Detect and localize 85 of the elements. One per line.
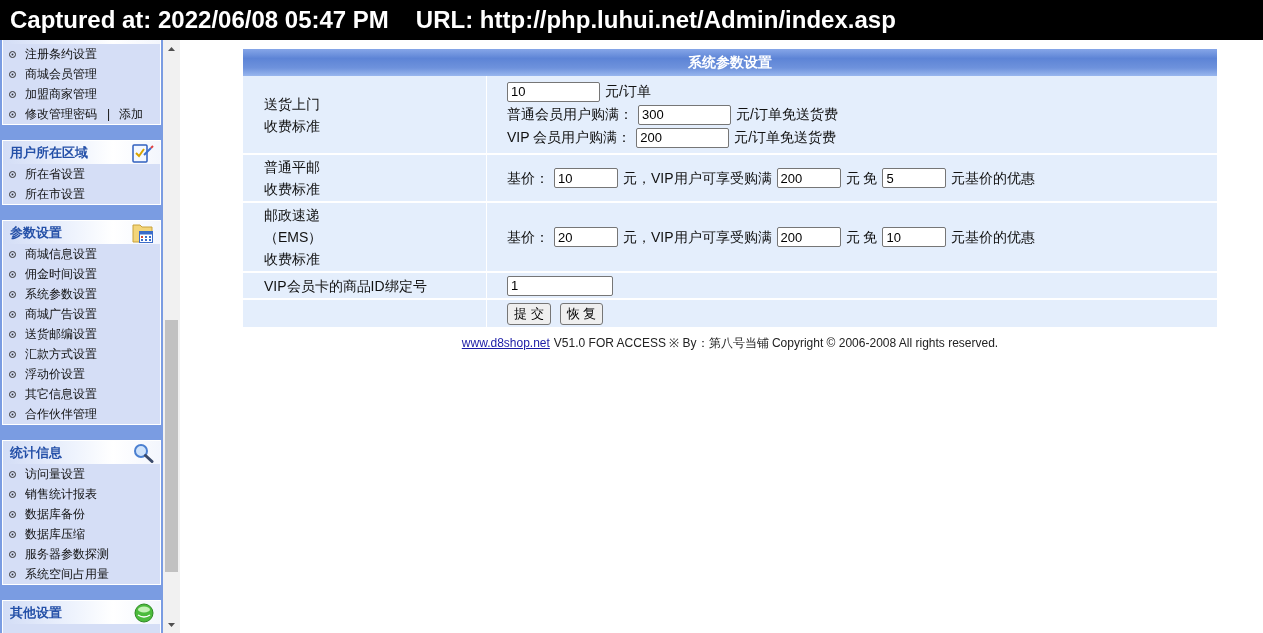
bullet-icon: [9, 90, 16, 98]
bullet-icon: [9, 110, 16, 118]
form-text: 元 免: [845, 168, 878, 188]
sidebar-link[interactable]: 佣金时间设置: [25, 265, 97, 283]
row-label: 送货上门 收费标准: [264, 94, 320, 136]
form-text: 元/订单免送货费: [734, 128, 837, 147]
input-field[interactable]: 200: [776, 227, 841, 247]
form-text: 元/订单: [605, 82, 651, 101]
form-text: 元基价的优惠: [951, 227, 1036, 247]
separator-text: |: [107, 106, 111, 123]
bullet-icon: [9, 390, 16, 398]
bullet-icon: [9, 490, 16, 498]
form-text: 元 免: [845, 227, 878, 247]
scroll-down-icon[interactable]: [168, 622, 175, 627]
panel-title: 参数设置: [10, 223, 62, 242]
bullet-icon: [9, 50, 16, 58]
sidebar-link[interactable]: 加盟商家管理: [25, 85, 97, 103]
bullet-icon: [9, 570, 16, 578]
bullet-icon: [9, 70, 16, 78]
sidebar-link[interactable]: 所在市设置: [25, 185, 85, 203]
input-field[interactable]: 200: [776, 168, 841, 188]
sidebar-link[interactable]: 数据库备份: [25, 505, 85, 523]
sidebar-link[interactable]: 修改管理密码: [25, 105, 97, 123]
bullet-icon: [9, 470, 16, 478]
form-button[interactable]: 提 交: [507, 302, 551, 325]
bullet-icon: [9, 550, 16, 558]
panel-title: 统计信息: [10, 443, 62, 462]
form-button[interactable]: 恢 复: [559, 302, 604, 325]
form-text: 元基价的优惠: [951, 168, 1036, 188]
form-text: 普通会员用户购满：: [507, 105, 633, 124]
input-field[interactable]: 10: [507, 81, 600, 102]
bullet-icon: [9, 510, 16, 518]
sidebar-link[interactable]: 商城广告设置: [25, 305, 97, 323]
bullet-icon: [9, 530, 16, 538]
input-field[interactable]: 300: [638, 104, 731, 125]
capture-url: URL: http://php.luhui.net/Admin/index.asp: [415, 5, 896, 35]
sidebar-link[interactable]: 商城信息设置: [25, 245, 97, 263]
input-field[interactable]: 20: [554, 227, 618, 247]
bullet-icon: [9, 350, 16, 358]
bullet-icon: [9, 190, 16, 198]
form-text: 元，VIP用户可享受购满: [623, 168, 772, 188]
input-field[interactable]: 10: [554, 168, 618, 188]
site-link[interactable]: www.d8shop.net: [461, 334, 550, 352]
panel-title: 其他设置: [10, 603, 62, 622]
sidebar-link[interactable]: 服务器参数探测: [25, 545, 109, 563]
row-label: VIP会员卡的商品ID绑定号: [264, 276, 427, 296]
footer-text: V51.0 FOR ACCESS ※ By：第八号当铺 Copyright © 2006-2008 All rights reserved.: [553, 335, 999, 352]
bullet-icon: [9, 370, 16, 378]
form-text: 元，VIP用户可享受购满: [623, 227, 772, 247]
input-field[interactable]: 10: [882, 227, 947, 247]
sidebar-link[interactable]: 其它信息设置: [25, 385, 97, 403]
bullet-icon: [9, 170, 16, 178]
capture-time: Captured at: 2022/06/08 05:47 PM: [10, 5, 389, 35]
sidebar-link[interactable]: 访问量设置: [25, 465, 85, 483]
bullet-icon: [9, 310, 16, 318]
table-title: 系统参数设置: [688, 53, 772, 72]
form-text: 基价：: [507, 227, 549, 247]
scroll-up-icon[interactable]: [168, 46, 175, 51]
sidebar-link[interactable]: 所在省设置: [25, 165, 85, 183]
sidebar-link[interactable]: 汇款方式设置: [25, 345, 97, 363]
sidebar-link[interactable]: 数据库压缩: [25, 525, 85, 543]
bullet-icon: [9, 290, 16, 298]
input-field[interactable]: 5: [882, 168, 947, 188]
input-field[interactable]: 1: [507, 275, 613, 296]
sidebar-link[interactable]: 注册条约设置: [25, 45, 97, 63]
row-label: 邮政速递 （EMS） 收费标准: [264, 206, 323, 269]
bullet-icon: [9, 330, 16, 338]
sidebar-link[interactable]: 销售统计报表: [25, 485, 97, 503]
sidebar-link[interactable]: 商城会员管理: [25, 65, 97, 83]
bullet-icon: [9, 250, 16, 258]
sidebar-link[interactable]: 合作伙伴管理: [25, 405, 97, 423]
bullet-icon: [9, 410, 16, 418]
row-label: 普通平邮 收费标准: [264, 158, 320, 199]
form-text: 基价：: [507, 168, 549, 188]
sidebar-link[interactable]: 系统空间占用量: [25, 565, 109, 583]
scrollbar-thumb[interactable]: [165, 320, 178, 572]
form-text: VIP 会员用户购满：: [507, 128, 632, 147]
sidebar-link[interactable]: 添加: [119, 105, 144, 123]
sidebar-link[interactable]: 浮动价设置: [25, 365, 85, 383]
bullet-icon: [9, 270, 16, 278]
panel-title: 用户所在区域: [10, 143, 88, 162]
sidebar-link[interactable]: 送货邮编设置: [25, 325, 97, 343]
input-field[interactable]: 200: [636, 127, 730, 148]
sidebar-link[interactable]: 系统参数设置: [25, 285, 97, 303]
form-text: 元/订单免送货费: [736, 105, 838, 124]
